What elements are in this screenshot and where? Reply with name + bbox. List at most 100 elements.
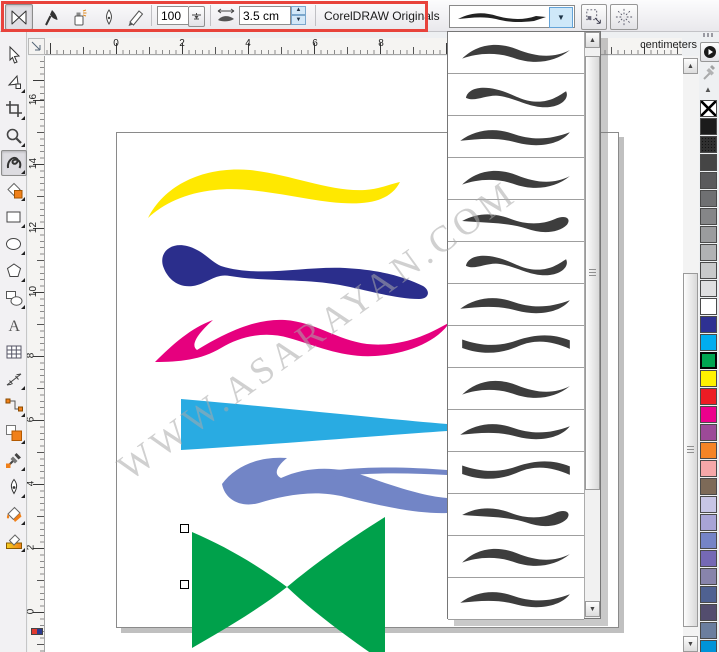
smoothing-slider-button[interactable] bbox=[188, 6, 205, 27]
palette-swatch-red[interactable] bbox=[700, 388, 717, 405]
sprayer-mode-button[interactable] bbox=[66, 4, 94, 30]
palette-swatch-20-black[interactable] bbox=[700, 262, 717, 279]
palette-swatch-90-black[interactable] bbox=[700, 136, 717, 153]
toolbox-item-smart-fill-tool[interactable] bbox=[1, 177, 27, 203]
brush-mode-button[interactable] bbox=[37, 4, 65, 30]
toolbox-item-zoom-tool[interactable] bbox=[1, 123, 27, 149]
yellow-swoosh-stroke[interactable] bbox=[148, 169, 400, 218]
vertical-scrollbar[interactable]: ▲ ▼ bbox=[683, 56, 699, 652]
toolbox-item-ellipse-tool[interactable] bbox=[1, 231, 27, 257]
stroke-preset-item[interactable] bbox=[448, 200, 584, 242]
stroke-preset-item[interactable] bbox=[448, 158, 584, 200]
stroke-preset-item[interactable] bbox=[448, 452, 584, 494]
toolbox-item-dimension-tool[interactable] bbox=[1, 366, 27, 392]
palette-swatch-slate-blue[interactable] bbox=[700, 622, 717, 639]
stroke-preset-item[interactable] bbox=[448, 368, 584, 410]
palette-swatch-60-black[interactable] bbox=[700, 190, 717, 207]
palette-swatch-40-black[interactable] bbox=[700, 226, 717, 243]
smoothing-input[interactable] bbox=[157, 6, 188, 25]
palette-swatch-purple[interactable] bbox=[700, 424, 717, 441]
toolbox-item-shape-tool[interactable] bbox=[1, 69, 27, 95]
palette-swatch-no-color[interactable] bbox=[700, 100, 717, 117]
scroll-down-button[interactable]: ▼ bbox=[683, 636, 698, 652]
stroke-preset-item[interactable] bbox=[448, 32, 584, 74]
palette-swatch-cyan[interactable] bbox=[700, 334, 717, 351]
palette-swatch-white[interactable] bbox=[700, 298, 717, 315]
toolbox-item-fill-tool[interactable] bbox=[1, 501, 27, 527]
palette-swatch-bright-blue[interactable] bbox=[700, 640, 717, 652]
navy-stroke[interactable] bbox=[162, 245, 428, 299]
preset-mode-button[interactable] bbox=[5, 4, 33, 30]
palette-swatch-80-black[interactable] bbox=[700, 154, 717, 171]
stroke-preset-combobox[interactable]: ▼ bbox=[449, 5, 575, 28]
palette-eyedropper-icon[interactable] bbox=[702, 62, 717, 81]
calligraphic-mode-button[interactable] bbox=[95, 4, 123, 30]
stroke-preset-item[interactable] bbox=[448, 242, 584, 284]
scroll-down-button[interactable]: ▼ bbox=[585, 601, 600, 617]
selection-handle[interactable] bbox=[180, 580, 189, 589]
ruler-origin-button[interactable] bbox=[28, 38, 45, 55]
toolbox-item-table-tool[interactable] bbox=[1, 339, 27, 365]
palette-swatch-black[interactable] bbox=[700, 118, 717, 135]
stroke-width-input[interactable] bbox=[239, 6, 291, 25]
toolbox-item-pick-tool[interactable] bbox=[1, 42, 27, 68]
palette-swatch-30-black[interactable] bbox=[700, 244, 717, 261]
toolbox-item-color-eyedropper-tool[interactable] bbox=[1, 447, 27, 473]
palette-swatch-10-black[interactable] bbox=[700, 280, 717, 297]
stroke-preset-item[interactable] bbox=[448, 536, 584, 578]
toolbox-item-blend-tool[interactable] bbox=[1, 420, 27, 446]
palette-swatch-brown[interactable] bbox=[700, 478, 717, 495]
toolbox-item-connector-tool[interactable] bbox=[1, 393, 27, 419]
toolbox-item-rectangle-tool[interactable] bbox=[1, 204, 27, 230]
palette-swatch-powder-blue[interactable] bbox=[700, 514, 717, 531]
scrollbar-thumb[interactable] bbox=[683, 273, 698, 627]
green-bowtie-left[interactable] bbox=[192, 532, 287, 648]
cyan-wedge-stroke[interactable] bbox=[181, 399, 447, 450]
spinner-down[interactable]: ▼ bbox=[291, 15, 306, 25]
toolbox-item-outline-pen-tool[interactable] bbox=[1, 474, 27, 500]
palette-swatch-navy-gray[interactable] bbox=[700, 586, 717, 603]
stroke-preset-item[interactable] bbox=[448, 326, 584, 368]
green-bowtie-right[interactable] bbox=[287, 517, 385, 652]
expression-mode-button[interactable] bbox=[122, 4, 150, 30]
palette-swatch-green[interactable] bbox=[700, 352, 717, 369]
cornflower-ribbon-stroke[interactable] bbox=[222, 458, 447, 513]
toolbox-item-interactive-fill-tool[interactable] bbox=[1, 528, 27, 554]
palette-swatch-violet[interactable] bbox=[700, 550, 717, 567]
save-artistic-media-button[interactable] bbox=[581, 4, 607, 30]
palette-swatch-yellow[interactable] bbox=[700, 370, 717, 387]
scrollbar-thumb[interactable] bbox=[585, 56, 600, 490]
spinner-up[interactable]: ▲ bbox=[291, 6, 306, 15]
palette-swatch-blue[interactable] bbox=[700, 316, 717, 333]
magenta-stroke[interactable] bbox=[155, 320, 450, 362]
stroke-preset-item[interactable] bbox=[448, 410, 584, 452]
toolbox-item-crop-tool[interactable] bbox=[1, 96, 27, 122]
stroke-preset-item[interactable] bbox=[448, 578, 584, 620]
stroke-preset-item[interactable] bbox=[448, 494, 584, 536]
spray-order-button[interactable] bbox=[610, 4, 638, 30]
palette-swatch-70-black[interactable] bbox=[700, 172, 717, 189]
combo-dropdown-arrow[interactable]: ▼ bbox=[549, 7, 573, 28]
palette-swatch-magenta[interactable] bbox=[700, 406, 717, 423]
palette-swatch-light-blueviolet[interactable] bbox=[700, 496, 717, 513]
toolbox-item-polygon-tool[interactable] bbox=[1, 258, 27, 284]
palette-swatch-orange[interactable] bbox=[700, 442, 717, 459]
palette-flyout-button[interactable] bbox=[700, 42, 719, 62]
toolbox-item-text-tool[interactable]: A bbox=[1, 312, 27, 338]
toolbox-item-basic-shapes-tool[interactable] bbox=[1, 285, 27, 311]
toolbox-item-artistic-media-tool[interactable] bbox=[1, 150, 27, 176]
palette-drag-grip[interactable] bbox=[703, 33, 715, 37]
palette-swatch-dark-violet[interactable] bbox=[700, 604, 717, 621]
palette-swatch-gray-violet[interactable] bbox=[700, 568, 717, 585]
stroke-width-spinner[interactable]: ▲ ▼ bbox=[291, 6, 306, 25]
stroke-preset-item[interactable] bbox=[448, 74, 584, 116]
selection-handle[interactable] bbox=[180, 524, 189, 533]
palette-swatch-cornflower[interactable] bbox=[700, 532, 717, 549]
scroll-up-button[interactable]: ▲ bbox=[683, 58, 698, 74]
palette-swatch-pink[interactable] bbox=[700, 460, 717, 477]
palette-swatch-50-black[interactable] bbox=[700, 208, 717, 225]
dropdown-scrollbar[interactable]: ▲ ▼ bbox=[584, 32, 600, 618]
scroll-up-button[interactable]: ▲ bbox=[585, 32, 600, 48]
palette-scroll-up[interactable]: ▲ bbox=[704, 85, 712, 94]
stroke-preset-item[interactable] bbox=[448, 116, 584, 158]
